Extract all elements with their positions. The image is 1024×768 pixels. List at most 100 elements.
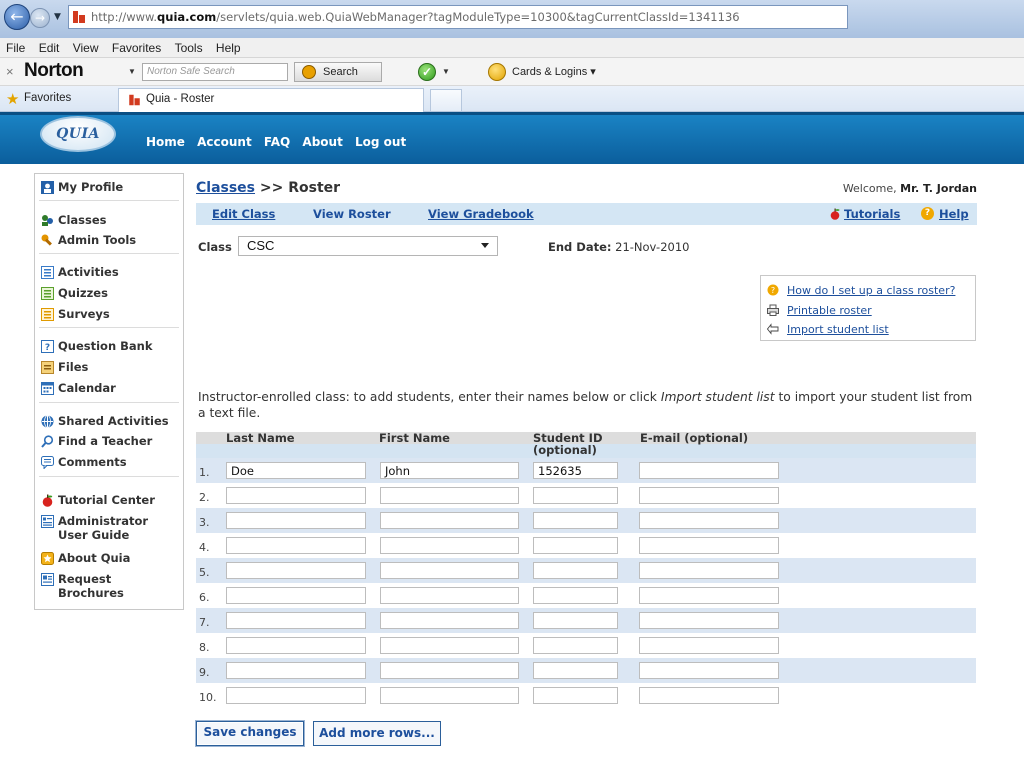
email-input[interactable] bbox=[639, 537, 779, 554]
last-name-input[interactable] bbox=[226, 612, 366, 629]
student-id-input[interactable] bbox=[533, 512, 618, 529]
table-row: 10. bbox=[196, 683, 976, 708]
menu-help[interactable]: Help bbox=[211, 38, 246, 55]
roster-setup-help-link[interactable]: How do I set up a class roster? bbox=[787, 284, 955, 297]
admin-tools-icon bbox=[41, 234, 52, 246]
safe-check-dropdown-icon[interactable]: ▼ bbox=[442, 67, 450, 76]
email-input[interactable] bbox=[639, 637, 779, 654]
first-name-input[interactable] bbox=[380, 637, 519, 654]
last-name-input[interactable]: Doe bbox=[226, 462, 366, 479]
url-field[interactable]: http://www.quia.com/servlets/quia.web.Qu… bbox=[68, 5, 848, 29]
first-name-input[interactable] bbox=[380, 562, 519, 579]
nav-log-out[interactable]: Log out bbox=[355, 135, 406, 149]
printer-icon bbox=[767, 304, 779, 316]
brochure-icon bbox=[41, 573, 54, 586]
student-id-input[interactable] bbox=[533, 662, 618, 679]
menu-tools[interactable]: Tools bbox=[170, 38, 208, 55]
nav-home[interactable]: Home bbox=[146, 135, 185, 149]
row-number: 5. bbox=[199, 566, 210, 579]
email-input[interactable] bbox=[639, 487, 779, 504]
student-id-input[interactable] bbox=[533, 637, 618, 654]
safe-check-icon[interactable]: ✓ bbox=[418, 63, 436, 81]
new-tab-button[interactable] bbox=[430, 89, 462, 111]
student-id-input[interactable] bbox=[533, 487, 618, 504]
close-toolbar-icon[interactable]: × bbox=[6, 64, 14, 79]
column-header-student-id: Student ID (optional) bbox=[533, 432, 603, 456]
student-id-header-line2: (optional) bbox=[533, 443, 597, 457]
last-name-input[interactable] bbox=[226, 512, 366, 529]
last-name-input[interactable] bbox=[226, 587, 366, 604]
student-id-input[interactable] bbox=[533, 537, 618, 554]
norton-logo[interactable]: Norton bbox=[24, 60, 84, 82]
menu-edit[interactable]: Edit bbox=[34, 38, 65, 55]
apple-icon bbox=[42, 494, 53, 507]
email-input[interactable] bbox=[639, 512, 779, 529]
norton-search-input[interactable]: Norton Safe Search bbox=[142, 63, 288, 81]
last-name-input[interactable] bbox=[226, 687, 366, 704]
back-button[interactable]: ← bbox=[4, 4, 30, 30]
norton-dropdown-icon[interactable]: ▼ bbox=[128, 67, 136, 76]
cards-logins-button[interactable]: Cards & Logins ▾ bbox=[512, 65, 596, 78]
browser-address-bar: ← → ▼ http://www.quia.com/servlets/quia.… bbox=[0, 0, 1024, 38]
last-name-input[interactable] bbox=[226, 662, 366, 679]
first-name-input[interactable] bbox=[380, 587, 519, 604]
view-gradebook-link[interactable]: View Gradebook bbox=[428, 207, 534, 221]
first-name-input[interactable] bbox=[380, 662, 519, 679]
email-input[interactable] bbox=[639, 462, 779, 479]
last-name-input[interactable] bbox=[226, 537, 366, 554]
student-id-input[interactable] bbox=[533, 562, 618, 579]
first-name-input[interactable] bbox=[380, 612, 519, 629]
quia-logo[interactable]: QUIA bbox=[40, 116, 116, 152]
favorites-star-icon[interactable]: ★ bbox=[6, 90, 19, 108]
last-name-input[interactable] bbox=[226, 487, 366, 504]
nav-about[interactable]: About bbox=[302, 135, 342, 149]
nav-faq[interactable]: FAQ bbox=[264, 135, 290, 149]
first-name-input[interactable] bbox=[380, 687, 519, 704]
class-select[interactable]: CSC bbox=[238, 236, 498, 256]
email-input[interactable] bbox=[639, 662, 779, 679]
first-name-input[interactable] bbox=[380, 537, 519, 554]
cards-logins-icon[interactable] bbox=[488, 63, 506, 81]
end-date-label: End Date: bbox=[548, 240, 612, 254]
row-number: 9. bbox=[199, 666, 210, 679]
help-link[interactable]: Help bbox=[939, 207, 969, 221]
edit-class-link[interactable]: Edit Class bbox=[212, 207, 275, 221]
email-input[interactable] bbox=[639, 687, 779, 704]
history-dropdown-icon[interactable]: ▼ bbox=[54, 12, 61, 22]
forward-button[interactable]: → bbox=[30, 8, 50, 28]
student-id-input[interactable] bbox=[533, 587, 618, 604]
student-id-input[interactable] bbox=[533, 687, 618, 704]
breadcrumb-classes-link[interactable]: Classes bbox=[196, 180, 255, 196]
student-id-input[interactable]: 152635 bbox=[533, 462, 618, 479]
email-input[interactable] bbox=[639, 562, 779, 579]
sidebar: My Profile Classes Admin Tools Activitie… bbox=[34, 173, 184, 610]
menu-file[interactable]: File bbox=[0, 38, 30, 55]
sidebar-item-label: Find a Teacher bbox=[58, 434, 153, 448]
instructions-part: Instructor-enrolled class: to add studen… bbox=[198, 390, 661, 404]
last-name-input[interactable] bbox=[226, 562, 366, 579]
last-name-input[interactable] bbox=[226, 637, 366, 654]
tutorials-link[interactable]: Tutorials bbox=[844, 207, 900, 221]
menu-favorites[interactable]: Favorites bbox=[107, 38, 166, 55]
column-header-last-name: Last Name bbox=[226, 431, 295, 445]
favorites-bar: ★ Favorites Quia - Roster bbox=[0, 86, 1024, 112]
nav-account[interactable]: Account bbox=[197, 135, 252, 149]
first-name-input[interactable] bbox=[380, 487, 519, 504]
row-number: 7. bbox=[199, 616, 210, 629]
favorites-button[interactable]: Favorites bbox=[24, 92, 71, 104]
printable-roster-link[interactable]: Printable roster bbox=[787, 304, 872, 317]
email-input[interactable] bbox=[639, 612, 779, 629]
student-id-input[interactable] bbox=[533, 612, 618, 629]
save-changes-button[interactable]: Save changes bbox=[196, 721, 304, 746]
files-icon bbox=[41, 361, 54, 374]
email-input[interactable] bbox=[639, 587, 779, 604]
sidebar-divider bbox=[39, 253, 179, 254]
menu-view[interactable]: View bbox=[68, 38, 104, 55]
first-name-input[interactable] bbox=[380, 512, 519, 529]
first-name-input[interactable]: John bbox=[380, 462, 519, 479]
table-row: 9. bbox=[196, 658, 976, 683]
add-more-rows-button[interactable]: Add more rows... bbox=[313, 721, 441, 746]
view-roster-link[interactable]: View Roster bbox=[313, 207, 391, 221]
import-student-list-link[interactable]: Import student list bbox=[787, 323, 889, 336]
chevron-down-icon[interactable] bbox=[481, 243, 489, 248]
